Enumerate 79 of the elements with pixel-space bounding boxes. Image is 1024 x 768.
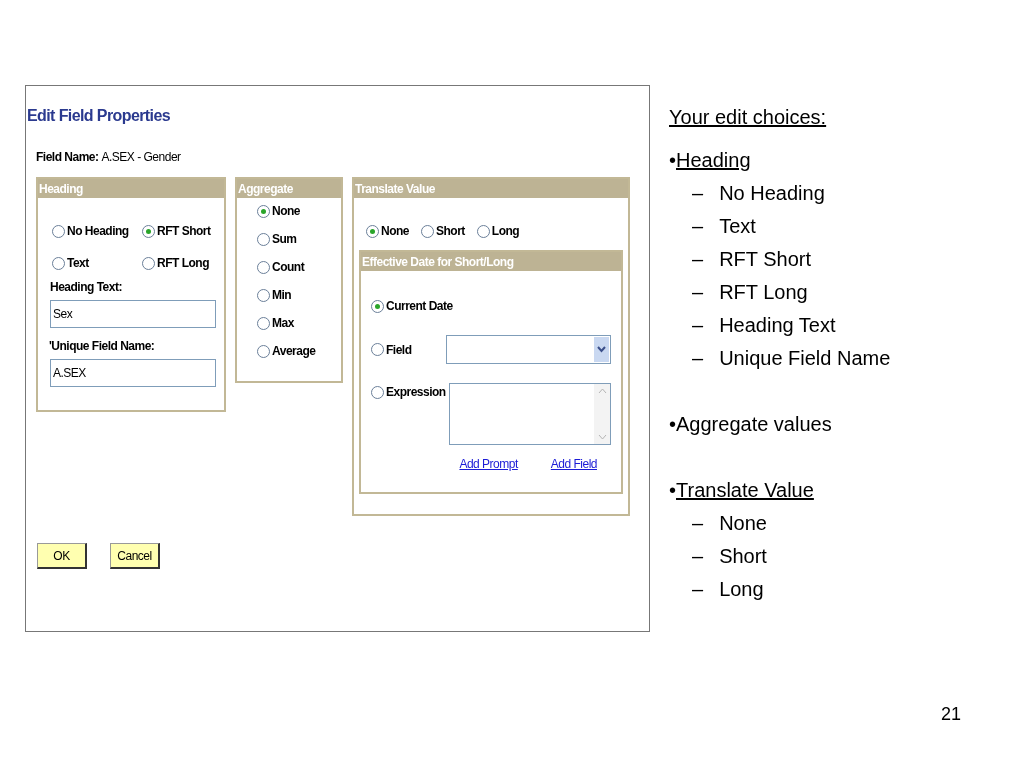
notes-item: Heading Text <box>719 313 836 338</box>
radio-label: No Heading <box>67 223 129 240</box>
dash: – <box>692 181 704 206</box>
radio-label: Long <box>491 223 520 240</box>
radio-button[interactable] <box>52 224 65 238</box>
group-box-header: Effective Date for Short/Long <box>361 252 621 271</box>
radio-label: Expression <box>386 384 446 401</box>
notes-heading: Aggregate values <box>676 412 832 437</box>
radio-label: Current Date <box>386 298 453 315</box>
scrollbar[interactable] <box>594 384 610 444</box>
radio-button[interactable] <box>142 224 155 238</box>
dialog-button[interactable]: OK <box>37 543 87 569</box>
radio-button[interactable] <box>366 224 379 238</box>
radio-button[interactable] <box>257 232 270 246</box>
dash: – <box>692 313 704 338</box>
dash: – <box>692 511 704 536</box>
radio-button[interactable] <box>371 299 384 313</box>
radio-label: None <box>272 203 300 220</box>
bullet: • <box>669 148 676 173</box>
notes-item: No Heading <box>719 181 825 206</box>
page-number: 21 <box>940 703 961 726</box>
bullet: • <box>669 478 676 503</box>
radio-button[interactable] <box>476 224 490 238</box>
notes-heading: Heading <box>676 148 751 173</box>
notes-heading: Translate Value <box>676 478 814 503</box>
dash: – <box>692 214 704 239</box>
caret-up-icon <box>597 388 607 394</box>
notes-item: Text <box>719 214 756 239</box>
heading-text-label: Heading Text: <box>50 279 123 296</box>
caret-down-icon <box>597 434 607 440</box>
dash: – <box>692 577 704 602</box>
radio-label: Average <box>272 343 316 360</box>
radio-button[interactable] <box>371 343 384 356</box>
link[interactable]: Add Field <box>550 455 597 473</box>
radio-button[interactable] <box>142 256 155 270</box>
dash: – <box>692 346 704 371</box>
group-box-header: Translate Value <box>354 179 628 198</box>
notes-item: Unique Field Name <box>719 346 891 371</box>
link[interactable]: Add Prompt <box>459 455 518 473</box>
dash: – <box>692 544 704 569</box>
notes-item: Short <box>719 544 767 569</box>
unique-field-name-label: 'Unique Field Name: <box>49 338 156 355</box>
dash: – <box>692 280 704 305</box>
radio-label: Min <box>272 287 292 304</box>
radio-label: Max <box>272 315 294 332</box>
radio-button[interactable] <box>421 224 434 238</box>
group-box-header: Heading <box>38 179 224 198</box>
bullet: • <box>669 412 676 437</box>
dialog-title: Edit Field Properties <box>26 106 171 126</box>
radio-button[interactable] <box>371 385 384 399</box>
group-box-header: Aggregate <box>237 179 341 198</box>
dialog-button[interactable]: Cancel <box>110 543 160 569</box>
radio-label: RFT Long <box>157 255 209 272</box>
radio-button[interactable] <box>257 260 270 274</box>
radio-label: Text <box>67 255 89 272</box>
notes-title: Your edit choices: <box>669 105 828 130</box>
expression-field[interactable] <box>449 383 611 445</box>
radio-button[interactable] <box>257 344 270 358</box>
radio-label: RFT Short <box>157 223 211 240</box>
field-dropdown[interactable] <box>446 335 611 364</box>
radio-button[interactable] <box>257 204 270 218</box>
notes-item: RFT Long <box>719 280 808 305</box>
notes-item: Long <box>719 577 764 602</box>
radio-button[interactable] <box>257 288 270 302</box>
notes-item: RFT Short <box>719 247 811 272</box>
radio-button[interactable] <box>52 256 65 270</box>
field-name-value: A.SEX - Gender <box>101 149 181 166</box>
radio-label: Sum <box>272 231 297 248</box>
notes-item: None <box>719 511 767 536</box>
field-name-label: Field Name: <box>36 149 99 166</box>
radio-label: Count <box>272 259 305 276</box>
chevron-down-icon <box>594 337 609 362</box>
radio-label: Field <box>386 341 412 359</box>
radio-label: None <box>381 223 409 240</box>
dash: – <box>692 247 704 272</box>
radio-button[interactable] <box>257 316 270 330</box>
radio-label: Short <box>436 223 465 240</box>
heading-text-field[interactable]: Sex <box>50 300 216 328</box>
unique-field-name-field[interactable]: A.SEX <box>50 359 216 387</box>
